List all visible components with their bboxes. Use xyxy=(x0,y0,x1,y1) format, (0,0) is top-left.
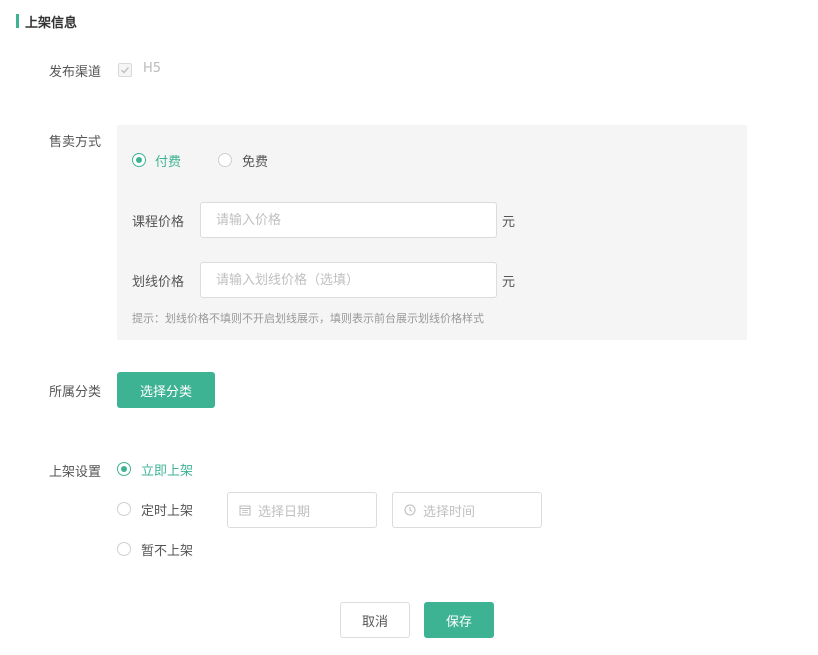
listing-scheduled-radio[interactable] xyxy=(117,502,131,516)
channel-h5-checkbox[interactable] xyxy=(118,63,132,77)
sale-paid-radio[interactable] xyxy=(132,153,146,167)
calendar-icon xyxy=(238,503,252,517)
clock-icon xyxy=(403,503,417,517)
check-icon xyxy=(121,67,130,74)
sale-mode-label: 售卖方式 xyxy=(49,135,102,150)
time-picker-placeholder: 选择时间 xyxy=(423,504,476,520)
cancel-button[interactable]: 取消 xyxy=(340,602,410,638)
sale-free-radio[interactable] xyxy=(218,153,232,167)
channel-label: 发布渠道 xyxy=(49,65,102,80)
sale-paid-label[interactable]: 付费 xyxy=(155,151,181,170)
category-label: 所属分类 xyxy=(49,385,102,400)
section-header: 上架信息 xyxy=(16,12,78,31)
listing-now-radio[interactable] xyxy=(117,462,131,476)
date-picker-placeholder: 选择日期 xyxy=(258,504,311,520)
time-picker[interactable]: 选择时间 xyxy=(392,492,542,528)
save-button[interactable]: 保存 xyxy=(424,602,494,638)
strike-price-input[interactable] xyxy=(200,262,497,298)
price-unit: 元 xyxy=(502,215,516,230)
strike-price-label: 划线价格 xyxy=(132,275,185,290)
section-accent-bar xyxy=(16,14,19,28)
sale-free-label[interactable]: 免费 xyxy=(242,151,268,170)
listing-label: 上架设置 xyxy=(49,465,102,480)
price-input[interactable] xyxy=(200,202,497,238)
listing-scheduled-label[interactable]: 定时上架 xyxy=(141,500,193,519)
channel-h5-label: H5 xyxy=(143,61,162,76)
listing-now-label[interactable]: 立即上架 xyxy=(141,460,193,479)
price-label: 课程价格 xyxy=(132,215,185,230)
select-category-button[interactable]: 选择分类 xyxy=(117,372,215,408)
strike-price-hint: 提示：划线价格不填则不开启划线展示，填则表示前台展示划线价格样式 xyxy=(132,312,484,325)
listing-hold-label[interactable]: 暂不上架 xyxy=(141,540,193,559)
date-picker[interactable]: 选择日期 xyxy=(227,492,377,528)
listing-hold-radio[interactable] xyxy=(117,542,131,556)
section-title: 上架信息 xyxy=(25,15,78,31)
strike-price-unit: 元 xyxy=(502,275,516,290)
